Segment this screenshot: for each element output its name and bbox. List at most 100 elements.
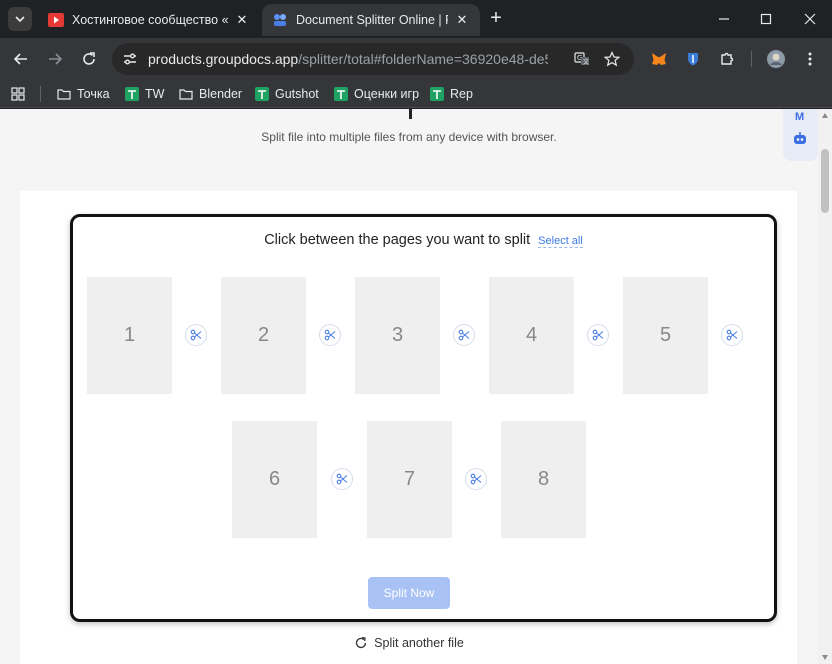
url-text: products.groupdocs.app/splitter/total#fo… [148, 51, 548, 67]
bookmarks-bar: Точка TW Blender Gutshot Оценки игр Rep [0, 80, 832, 108]
bitwarden-extension-icon[interactable] [681, 47, 705, 71]
translate-icon[interactable]: G文 [572, 49, 592, 69]
split-point-button[interactable] [587, 324, 609, 346]
new-tab-button[interactable]: + [486, 8, 506, 28]
reload-button[interactable] [77, 47, 101, 71]
page-thumbnail[interactable]: 8 [501, 421, 586, 538]
page-thumbnail[interactable]: 5 [623, 277, 708, 394]
select-all-link[interactable]: Select all [538, 235, 583, 248]
bookmark-blender[interactable]: Blender [179, 84, 242, 104]
svg-text:文: 文 [583, 58, 589, 66]
minimize-button[interactable] [704, 6, 744, 32]
bookmarks-divider [40, 86, 41, 102]
metamask-extension-icon[interactable] [647, 47, 671, 71]
tab-title: Document Splitter Online | Free [296, 13, 448, 27]
youtube-favicon-icon [48, 12, 64, 28]
scissors-icon [592, 329, 604, 341]
split-instructions: Click between the pages you want to spli… [264, 232, 531, 248]
page-subtitle: Split file into multiple files from any … [261, 130, 557, 144]
close-window-button[interactable] [790, 6, 830, 32]
split-another-label: Split another file [374, 636, 464, 650]
apps-button[interactable] [11, 84, 25, 104]
scroll-down-arrow-icon[interactable] [822, 655, 828, 660]
page-thumbnail[interactable]: 6 [232, 421, 317, 538]
back-button[interactable] [9, 47, 33, 71]
split-point-button[interactable] [721, 324, 743, 346]
bookmark-gutshot[interactable]: Gutshot [255, 84, 319, 104]
split-point-button[interactable] [331, 468, 353, 490]
bookmark-label: Rep [450, 87, 473, 101]
sheets-icon [125, 87, 139, 101]
bookmark-star-icon[interactable] [602, 49, 622, 69]
more-vertical-icon [808, 52, 812, 66]
bookmark-game-ratings[interactable]: Оценки игр [334, 84, 419, 104]
url-path: /splitter/total#folderName=36920e48-de51… [298, 51, 548, 67]
scrollbar-thumb[interactable] [821, 149, 829, 213]
apps-grid-icon [11, 87, 25, 101]
page-thumbnail[interactable]: 7 [367, 421, 452, 538]
chevron-down-icon [15, 16, 25, 23]
browser-menu-button[interactable] [798, 47, 822, 71]
browser-toolbar: products.groupdocs.app/splitter/total#fo… [0, 38, 832, 80]
bookmark-label: Blender [199, 87, 243, 101]
split-another-link[interactable]: Split another file [0, 636, 818, 650]
bookmark-rep[interactable]: Rep [430, 84, 473, 104]
robot-icon [794, 132, 806, 144]
profile-avatar[interactable] [764, 47, 788, 71]
scissors-icon [336, 473, 348, 485]
scissors-icon [470, 473, 482, 485]
page-heading-fragment [409, 109, 412, 119]
maximize-icon [760, 13, 772, 25]
folder-icon [179, 87, 193, 101]
split-point-button[interactable] [465, 468, 487, 490]
close-icon [804, 13, 816, 25]
maximize-button[interactable] [746, 6, 786, 32]
scissors-icon [458, 329, 470, 341]
page-thumbnail[interactable]: 1 [87, 277, 172, 394]
extensions-puzzle-icon[interactable] [715, 47, 739, 71]
tab-title: Хостинговое сообщество «Tim [72, 13, 228, 27]
forward-button[interactable] [43, 47, 67, 71]
sheets-icon [255, 87, 269, 101]
close-tab-icon[interactable]: ✕ [454, 12, 470, 28]
tab-hosting[interactable]: Хостинговое сообщество «Tim ✕ [38, 4, 260, 36]
panel-title: Click between the pages you want to spli… [73, 232, 774, 248]
page-scrollbar[interactable] [818, 109, 832, 664]
page-thumbnail[interactable]: 2 [221, 277, 306, 394]
side-widget-letter: M [795, 111, 805, 123]
site-info-icon[interactable] [120, 49, 140, 69]
reload-icon [83, 52, 95, 65]
sheets-icon [430, 87, 444, 101]
tab-strip: Хостинговое сообщество «Tim ✕ Document S… [0, 0, 832, 38]
minimize-icon [719, 18, 729, 20]
url-domain: products.groupdocs.app [148, 51, 299, 67]
page-viewport: Split file into multiple files from any … [0, 109, 818, 664]
bookmark-label: TW [145, 87, 165, 101]
split-point-button[interactable] [319, 324, 341, 346]
arrow-right-icon [49, 53, 63, 65]
split-point-button[interactable] [185, 324, 207, 346]
scissors-icon [324, 329, 336, 341]
split-point-button[interactable] [453, 324, 475, 346]
page-thumbnail[interactable]: 4 [489, 277, 574, 394]
address-bar[interactable]: products.groupdocs.app/splitter/total#fo… [112, 43, 634, 75]
tab-document-splitter[interactable]: Document Splitter Online | Free ✕ [262, 4, 480, 36]
arrow-left-icon [13, 53, 27, 65]
split-now-button[interactable]: Split Now [368, 577, 450, 609]
tab-search-button[interactable] [8, 7, 32, 31]
side-widget[interactable]: M [783, 109, 818, 161]
sheets-icon [334, 87, 348, 101]
splitter-panel: Click between the pages you want to spli… [70, 214, 777, 622]
scissors-icon [726, 329, 738, 341]
page-thumbnail[interactable]: 3 [355, 277, 440, 394]
bookmark-tw[interactable]: TW [125, 84, 164, 104]
refresh-icon [356, 636, 367, 649]
scroll-up-arrow-icon[interactable] [822, 113, 828, 118]
close-tab-icon[interactable]: ✕ [234, 12, 250, 28]
folder-icon [57, 87, 71, 101]
toolbar-divider [751, 51, 752, 67]
bookmark-label: Точка [77, 87, 110, 101]
bookmark-tochka[interactable]: Точка [57, 84, 110, 104]
bookmark-label: Оценки игр [354, 87, 420, 101]
groupdocs-favicon-icon [272, 12, 288, 28]
